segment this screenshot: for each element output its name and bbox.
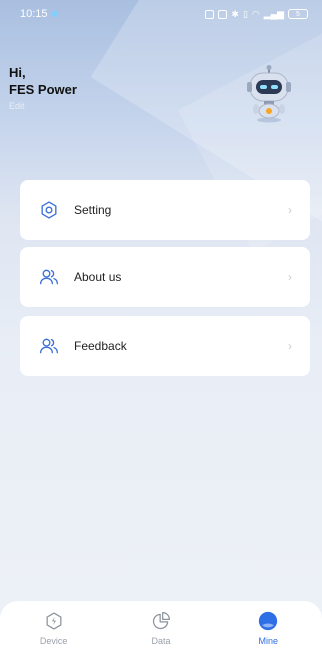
vibrate-icon: ▯: [242, 8, 248, 19]
tab-label: Data: [151, 636, 171, 646]
battery-level: 5: [296, 10, 300, 18]
app-icon: [218, 9, 228, 19]
tab-data[interactable]: Data: [121, 610, 201, 646]
user-name: FES Power: [9, 82, 77, 97]
pie-chart-icon: [150, 610, 172, 632]
notification-dot-icon: [51, 11, 58, 17]
robot-avatar-icon[interactable]: [247, 65, 291, 123]
tab-mine[interactable]: Mine: [228, 610, 308, 646]
tab-label: Device: [39, 636, 68, 646]
menu-item-about-us[interactable]: About us ›: [20, 247, 310, 307]
menu-item-label: About us: [74, 270, 122, 284]
bottom-tab-bar: Device Data Mine: [0, 601, 322, 667]
gear-icon: [38, 199, 60, 221]
wifi-icon: ◠: [251, 8, 260, 19]
chevron-right-icon: ›: [288, 203, 292, 217]
signal-icon: ▂▄▆: [263, 8, 284, 19]
battery-icon: 5: [288, 9, 308, 19]
edit-profile-link[interactable]: Edit: [9, 101, 77, 111]
bluetooth-icon: ✱: [231, 8, 239, 19]
greeting-text: Hi,: [9, 65, 26, 80]
status-time: 10:15: [20, 8, 48, 20]
nfc-icon: [205, 9, 215, 19]
tab-label: Mine: [258, 636, 279, 646]
chevron-right-icon: ›: [288, 339, 292, 353]
menu-item-label: Feedback: [74, 339, 127, 353]
status-bar: 10:15 ✱ ▯ ◠ ▂▄▆ 5: [0, 0, 322, 28]
menu-item-feedback[interactable]: Feedback ›: [20, 316, 310, 376]
users-icon: [38, 335, 60, 357]
mine-screen: 10:15 ✱ ▯ ◠ ▂▄▆ 5 Hi, FES Power Edit Set…: [0, 0, 322, 667]
device-icon: [43, 610, 65, 632]
chevron-right-icon: ›: [288, 270, 292, 284]
menu-item-label: Setting: [74, 203, 112, 217]
tab-device[interactable]: Device: [14, 610, 94, 646]
user-greeting: Hi, FES Power Edit: [9, 65, 77, 111]
menu-item-setting[interactable]: Setting ›: [20, 180, 310, 240]
users-icon: [38, 266, 60, 288]
profile-icon: [257, 610, 279, 632]
